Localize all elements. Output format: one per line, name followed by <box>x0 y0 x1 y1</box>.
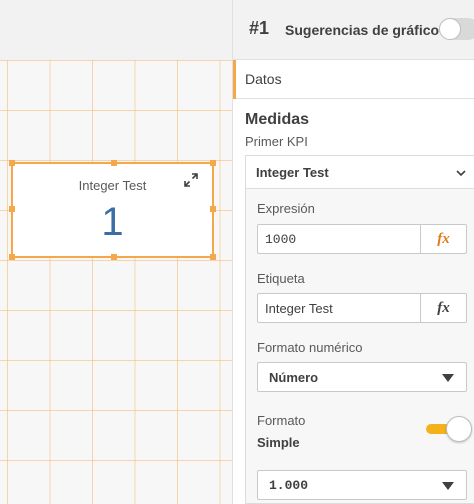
resize-handle-bottom-right[interactable] <box>210 254 216 260</box>
kpi-value: 1 <box>101 200 124 244</box>
format-mode: Simple <box>257 435 300 450</box>
expression-value: 1000 <box>265 232 297 247</box>
panel-header: #1 Sugerencias de gráfico <box>233 0 474 60</box>
expression-field[interactable]: 1000 fx <box>257 224 467 254</box>
dropdown-arrow-icon <box>442 374 454 382</box>
measures-heading: Medidas <box>245 111 310 128</box>
chart-suggestions-toggle[interactable] <box>439 18 474 40</box>
active-tab-indicator <box>233 60 236 99</box>
primary-kpi-label: Primer KPI <box>245 134 308 149</box>
number-format-value: Número <box>269 370 319 385</box>
measure-header[interactable]: Integer Test <box>246 156 474 189</box>
expression-label: Expresión <box>257 201 315 216</box>
expression-fx-button[interactable]: fx <box>420 225 466 253</box>
label-field[interactable]: Integer Test fx <box>257 293 467 323</box>
canvas-top-bar <box>0 0 232 60</box>
format-mode-toggle[interactable] <box>426 416 472 442</box>
label-fx-button[interactable]: fx <box>420 294 466 322</box>
resize-handle-bottom-left[interactable] <box>9 254 15 260</box>
number-format-select[interactable]: Número <box>257 362 467 392</box>
measure-section: Integer Test Expresión 1000 fx Etiqueta … <box>245 155 474 504</box>
kpi-object[interactable]: Integer Test 1 <box>9 160 216 260</box>
format-pattern-value: 1.000 <box>269 478 309 493</box>
resize-handle-bottom[interactable] <box>111 254 117 260</box>
canvas-grid <box>0 60 232 504</box>
number-format-label: Formato numérico <box>257 340 363 355</box>
measure-name: Integer Test <box>256 165 329 180</box>
dropdown-arrow-icon <box>442 482 454 490</box>
tab-datos[interactable]: Datos <box>233 60 474 99</box>
tab-datos-label: Datos <box>245 71 282 87</box>
label-label: Etiqueta <box>257 271 305 286</box>
chart-suggestions-label: Sugerencias de gráfico <box>285 22 440 38</box>
resize-handle-top[interactable] <box>111 160 117 166</box>
label-value: Integer Test <box>265 301 333 316</box>
toggle-knob <box>446 416 472 442</box>
resize-handle-top-right[interactable] <box>210 160 216 166</box>
properties-panel: #1 Sugerencias de gráfico Datos Medidas … <box>232 0 474 504</box>
format-pattern-select[interactable]: 1.000 <box>257 470 467 500</box>
chevron-down-icon <box>456 170 466 177</box>
expand-icon[interactable] <box>183 172 199 188</box>
format-label: Formato <box>257 413 306 428</box>
resize-handle-top-left[interactable] <box>9 160 15 166</box>
sheet-canvas[interactable]: Integer Test 1 <box>0 0 232 504</box>
toggle-knob <box>439 18 461 40</box>
object-number: #1 <box>249 18 270 38</box>
